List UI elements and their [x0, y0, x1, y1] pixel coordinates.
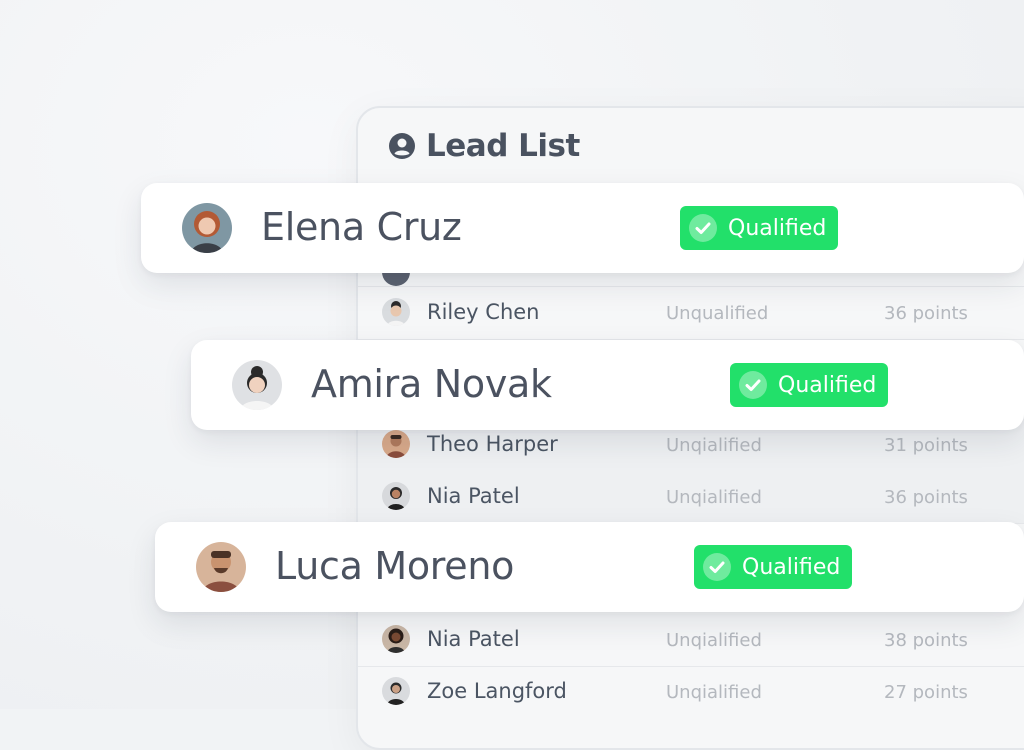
qualified-badge: Qualified	[680, 206, 839, 250]
avatar	[182, 203, 232, 253]
check-circle-icon	[703, 553, 731, 581]
featured-lead-card[interactable]: Amira Novak Qualified	[191, 340, 1024, 430]
badge-label: Qualified	[742, 554, 841, 580]
avatar	[382, 625, 410, 653]
lead-points: 36 points	[884, 303, 968, 324]
list-item[interactable]: Nia Patel Unqialified 36 points	[358, 471, 1024, 524]
panel-header: Lead List	[388, 124, 580, 168]
list-item[interactable]: Riley Chen Unqualified 36 points	[358, 287, 1024, 340]
user-circle-icon	[389, 133, 415, 159]
badge-label: Qualified	[778, 372, 877, 398]
avatar	[382, 430, 410, 458]
avatar	[382, 298, 410, 326]
avatar	[382, 677, 410, 705]
check-circle-icon	[739, 371, 767, 399]
qualified-badge: Qualified	[694, 545, 853, 589]
lead-name: Elena Cruz	[261, 205, 462, 249]
lead-name: Nia Patel	[427, 484, 520, 508]
lead-points: 38 points	[884, 630, 968, 651]
lead-status: Unqualified	[666, 303, 769, 324]
lead-status: Unqialified	[666, 435, 762, 456]
lead-name: Riley Chen	[427, 300, 540, 324]
avatar	[232, 360, 282, 410]
avatar	[196, 542, 246, 592]
lead-status: Unqialified	[666, 630, 762, 651]
lead-name: Nia Patel	[427, 627, 520, 651]
list-item[interactable]: Zoe Langford Unqialified 27 points	[358, 666, 1024, 718]
badge-label: Qualified	[728, 215, 827, 241]
list-item[interactable]: Nia Patel Unqialified 38 points	[358, 614, 1024, 667]
lead-points: 27 points	[884, 682, 968, 703]
panel-title: Lead List	[426, 128, 580, 164]
lead-status: Unqialified	[666, 682, 762, 703]
qualified-badge: Qualified	[730, 363, 889, 407]
lead-points: 36 points	[884, 487, 968, 508]
lead-name: Amira Novak	[311, 362, 552, 406]
lead-status: Unqialified	[666, 487, 762, 508]
lead-name: Zoe Langford	[427, 679, 567, 703]
avatar	[382, 482, 410, 510]
lead-name: Luca Moreno	[275, 544, 515, 588]
featured-lead-card[interactable]: Elena Cruz Qualified	[141, 183, 1024, 273]
featured-lead-card[interactable]: Luca Moreno Qualified	[155, 522, 1024, 612]
check-circle-icon	[689, 214, 717, 242]
lead-points: 31 points	[884, 435, 968, 456]
lead-name: Theo Harper	[427, 432, 558, 456]
